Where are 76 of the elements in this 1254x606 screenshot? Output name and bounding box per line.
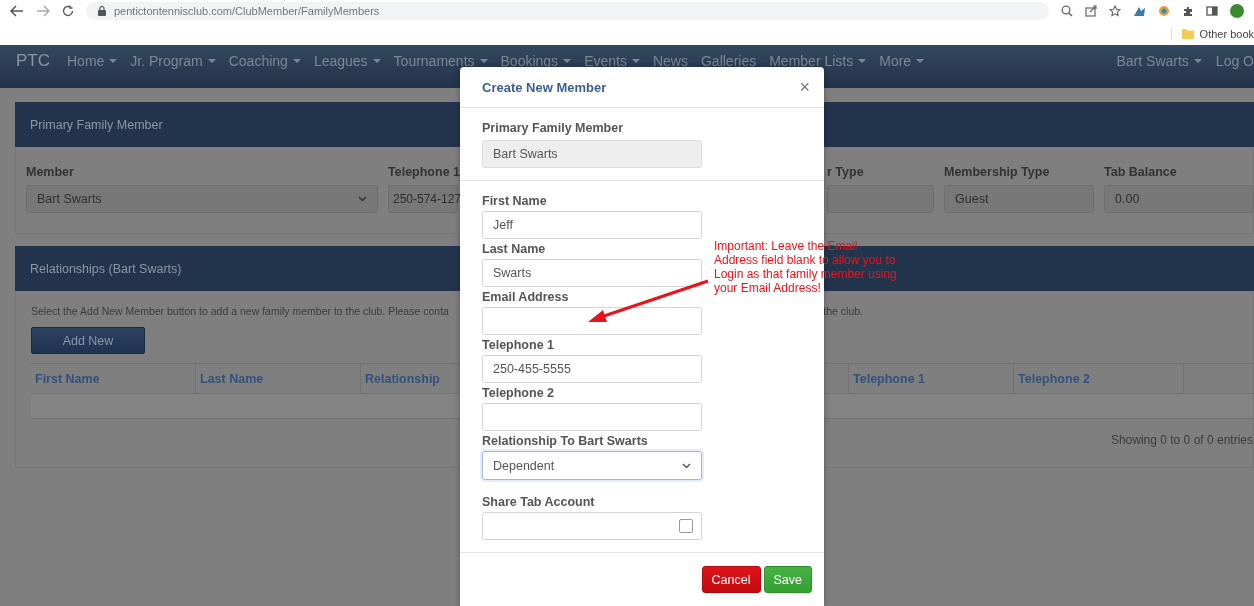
- back-icon[interactable]: [10, 5, 24, 17]
- input-field: Bart Swarts: [482, 140, 702, 168]
- instruction-text: the club.: [823, 305, 863, 317]
- nav-menu[interactable]: Home: [67, 50, 118, 72]
- field-label: Telephone 1: [388, 164, 458, 181]
- extension-icon[interactable]: [1158, 5, 1170, 17]
- zoom-icon[interactable]: [1061, 5, 1073, 17]
- share-icon[interactable]: [1085, 5, 1097, 17]
- nav-menu[interactable]: Leagues: [313, 50, 381, 72]
- field-label: Telephone 2: [482, 385, 554, 402]
- caret-icon: [563, 59, 572, 63]
- panel-title: Relationships (Bart Swarts): [30, 261, 182, 276]
- field-label: Member: [26, 164, 75, 181]
- nav-menu[interactable]: Jr. Program: [130, 50, 216, 72]
- address-bar[interactable]: pentictontennisclub.com/ClubMember/FamilyMembers: [86, 2, 1049, 20]
- input-field[interactable]: Guest: [944, 185, 1094, 213]
- star-icon[interactable]: [1109, 5, 1121, 17]
- cancel-button[interactable]: Cancel: [701, 566, 761, 593]
- caret-icon: [858, 59, 867, 63]
- modal-title: Create New Member: [482, 79, 607, 95]
- input-field[interactable]: 250-455-5555: [482, 355, 702, 383]
- column-header[interactable]: Last Name: [196, 364, 361, 393]
- column-header[interactable]: First Name: [31, 364, 196, 393]
- user-menu[interactable]: Bart Swarts: [1116, 50, 1202, 72]
- nav-menu[interactable]: More: [879, 50, 925, 72]
- nav-menu[interactable]: Coaching: [228, 50, 301, 72]
- field-label: First Name: [482, 193, 547, 210]
- field-label: Email Address: [482, 289, 569, 306]
- column-header[interactable]: Telephone 1: [849, 364, 1014, 393]
- nav-menu[interactable]: Tournaments: [393, 50, 488, 72]
- field-label: Membership Type: [944, 164, 1051, 181]
- chevron-down-icon: [682, 462, 691, 469]
- save-button[interactable]: Save: [763, 566, 812, 593]
- field-label: r Type: [827, 164, 865, 181]
- nav-menu[interactable]: Bookings: [500, 50, 572, 72]
- field-label: Telephone 1: [482, 337, 554, 354]
- field-label: Relationship To Bart Swarts: [482, 433, 648, 450]
- bookmark-folder[interactable]: Other book: [1170, 27, 1254, 40]
- input-field[interactable]: Swarts: [482, 259, 702, 287]
- sidebar-icon[interactable]: [1206, 5, 1218, 17]
- field-label: Last Name: [482, 241, 546, 258]
- panel-title: Primary Family Member: [30, 117, 163, 132]
- caret-icon: [109, 59, 118, 63]
- caret-icon: [631, 59, 640, 63]
- instruction-text: Select the Add New Member button to add a new family member to the club. Please conta: [31, 305, 449, 317]
- field-label: Primary Family Member: [482, 120, 624, 137]
- reload-icon[interactable]: [62, 5, 74, 17]
- puzzle-icon[interactable]: [1182, 5, 1194, 17]
- select-field[interactable]: Bart Swarts: [26, 185, 378, 213]
- column-header[interactable]: Telephone 2: [1014, 364, 1184, 393]
- input-field[interactable]: 250-574-127: [388, 185, 458, 213]
- caret-icon: [207, 59, 216, 63]
- input-field[interactable]: Jeff: [482, 211, 702, 239]
- input-field[interactable]: 0.00: [1104, 185, 1254, 213]
- url-text: pentictontennisclub.com/ClubMember/FamilyMembers: [114, 5, 380, 17]
- chevron-down-icon: [358, 196, 367, 202]
- close-button[interactable]: ×: [797, 78, 812, 96]
- nav-menu[interactable]: Events: [584, 50, 640, 72]
- profile-avatar[interactable]: [1230, 4, 1244, 18]
- caret-icon: [479, 59, 488, 63]
- add-new-button[interactable]: Add New: [31, 327, 145, 354]
- logout-link[interactable]: Log O: [1215, 50, 1254, 72]
- checkbox[interactable]: [679, 519, 693, 533]
- folder-icon: [1181, 28, 1194, 39]
- extension-icon[interactable]: [1133, 5, 1146, 17]
- caret-icon: [292, 59, 301, 63]
- nav-menu[interactable]: Member Lists: [769, 50, 867, 72]
- caret-icon: [372, 59, 381, 63]
- caret-icon: [1193, 59, 1202, 63]
- field-label: Share Tab Account: [482, 494, 595, 511]
- brand-link[interactable]: PTC: [16, 50, 50, 72]
- select-field[interactable]: Dependent: [482, 451, 702, 480]
- table-info-text: Showing 0 to 0 of 0 entries: [1110, 433, 1253, 447]
- caret-icon: [916, 59, 925, 63]
- field-label: Tab Balance: [1104, 164, 1178, 181]
- lock-icon: [98, 6, 106, 16]
